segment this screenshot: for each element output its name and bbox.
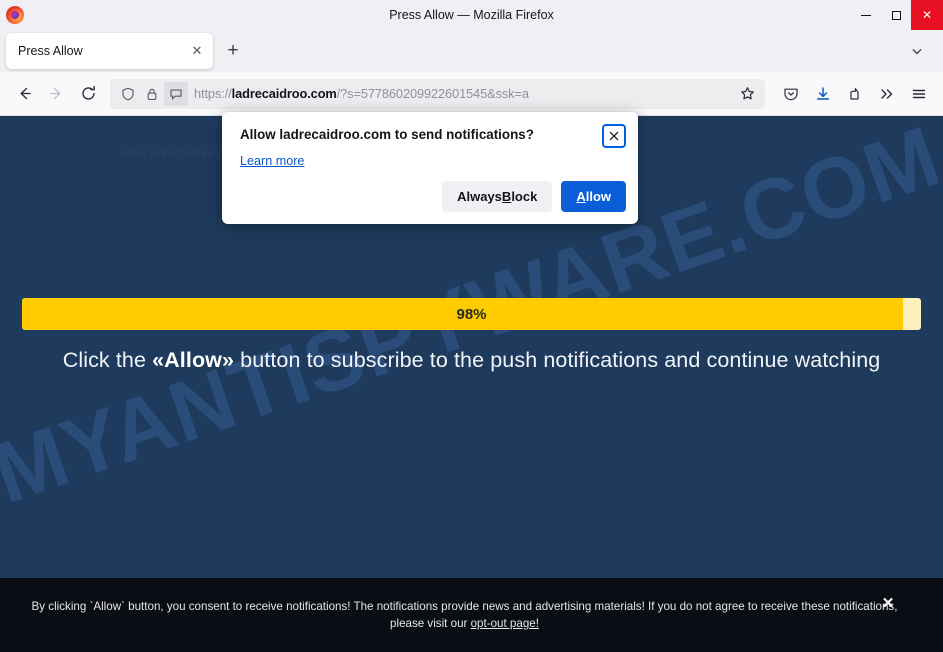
- consent-banner-text: By clicking `Allow` button, you consent …: [0, 598, 943, 633]
- notification-permission-popup: Allow ladrecaidroo.com to send notificat…: [222, 112, 638, 224]
- progress-bar-label: 98%: [22, 298, 921, 330]
- firefox-logo-icon: [6, 6, 24, 24]
- tab-strip: Press Allow ✕ +: [0, 30, 943, 72]
- reload-button[interactable]: [72, 78, 104, 110]
- url-scheme: https://: [194, 86, 232, 101]
- window-title: Press Allow — Mozilla Firefox: [0, 0, 943, 30]
- always-block-button[interactable]: Always Block: [442, 181, 552, 212]
- bookmark-star-icon[interactable]: [735, 82, 759, 106]
- opt-out-link[interactable]: opt-out page!: [471, 617, 539, 630]
- account-icon[interactable]: [839, 78, 871, 110]
- allow-button[interactable]: Allow: [561, 181, 626, 212]
- cta-suffix: button to subscribe to the push notifica…: [234, 348, 880, 372]
- browser-tab[interactable]: Press Allow ✕: [6, 33, 213, 69]
- overflow-menu-icon[interactable]: [871, 78, 903, 110]
- list-all-tabs-icon[interactable]: [905, 39, 929, 63]
- learn-more-link[interactable]: Learn more: [222, 148, 304, 168]
- minimize-button[interactable]: [851, 0, 881, 30]
- back-button[interactable]: [8, 78, 40, 110]
- allow-accesskey: A: [576, 189, 585, 204]
- always-block-accesskey: B: [502, 189, 511, 204]
- firefox-window: Press Allow — Mozilla Firefox ✕ Press Al…: [0, 0, 943, 652]
- shield-icon[interactable]: [116, 82, 140, 106]
- app-menu-icon[interactable]: [903, 78, 935, 110]
- consent-text-body: By clicking `Allow` button, you consent …: [32, 600, 898, 631]
- cta-emphasis: «Allow»: [152, 348, 234, 372]
- close-tab-icon[interactable]: ✕: [187, 41, 207, 61]
- progress-bar: 98%: [22, 298, 921, 330]
- call-to-action-text: Click the «Allow» button to subscribe to…: [0, 348, 943, 373]
- url-path: /?s=577860209922601545&ssk=: [337, 86, 522, 101]
- url-text[interactable]: https://ladrecaidroo.com/?s=577860209922…: [194, 86, 735, 101]
- lock-icon[interactable]: [140, 82, 164, 106]
- consent-banner: By clicking `Allow` button, you consent …: [0, 578, 943, 652]
- forward-button[interactable]: [40, 78, 72, 110]
- title-bar: Press Allow — Mozilla Firefox ✕: [0, 0, 943, 30]
- toolbar-icons: [775, 78, 935, 110]
- notification-permission-icon[interactable]: [164, 82, 188, 106]
- close-popup-button[interactable]: [602, 124, 626, 148]
- close-banner-icon[interactable]: ✕: [877, 592, 899, 614]
- popup-actions: Always Block Allow: [442, 181, 626, 212]
- window-controls: ✕: [851, 0, 943, 30]
- new-tab-button[interactable]: +: [219, 37, 247, 65]
- tab-title: Press Allow: [18, 44, 187, 58]
- allow-suffix: llow: [586, 189, 611, 204]
- url-host: ladrecaidroo.com: [232, 86, 337, 101]
- close-window-button[interactable]: ✕: [911, 0, 943, 30]
- always-block-prefix: Always: [457, 189, 502, 204]
- url-bar[interactable]: https://ladrecaidroo.com/?s=577860209922…: [110, 79, 765, 109]
- popup-header: Allow ladrecaidroo.com to send notificat…: [222, 112, 638, 148]
- navigation-toolbar: https://ladrecaidroo.com/?s=577860209922…: [0, 72, 943, 116]
- maximize-button[interactable]: [881, 0, 911, 30]
- cta-prefix: Click the: [63, 348, 152, 372]
- popup-title: Allow ladrecaidroo.com to send notificat…: [240, 126, 602, 144]
- always-block-suffix: lock: [511, 189, 537, 204]
- downloads-icon[interactable]: [807, 78, 839, 110]
- pocket-icon[interactable]: [775, 78, 807, 110]
